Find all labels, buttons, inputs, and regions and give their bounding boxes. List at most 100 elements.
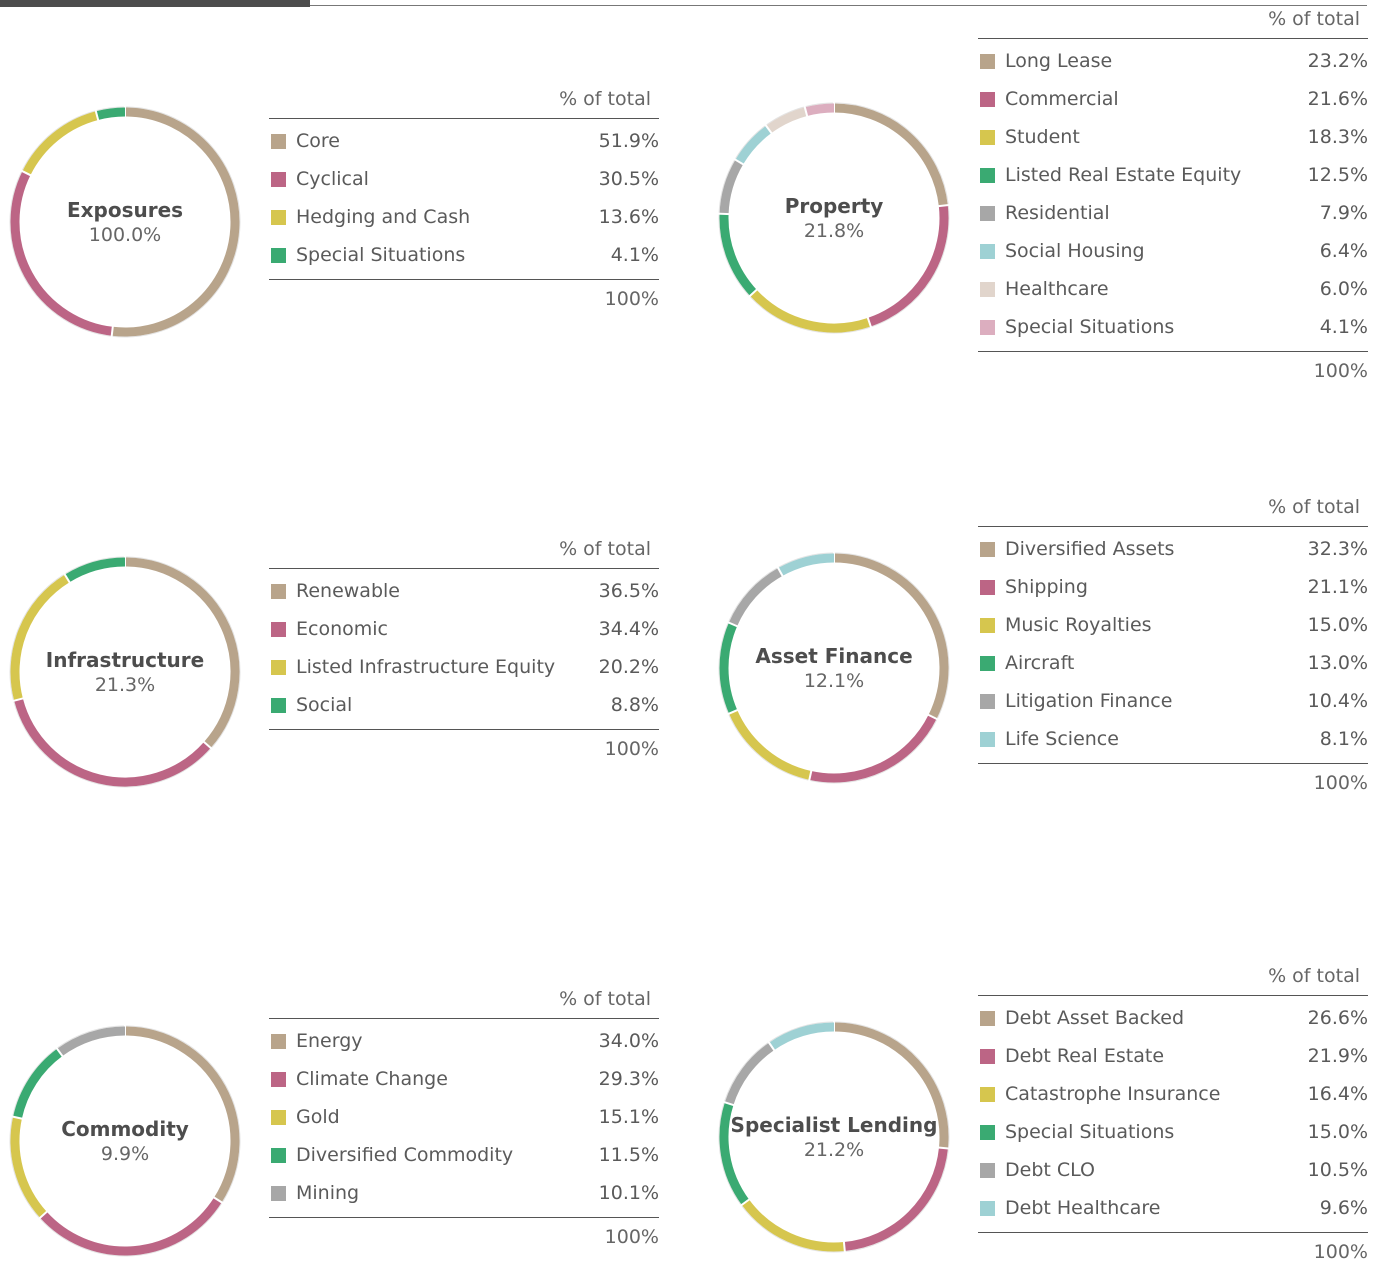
donut-title: Specialist Lending <box>730 1113 938 1137</box>
legend-rows: Diversified Assets 32.3% Shipping 21.1% Musi… <box>978 526 1368 764</box>
legend-label: Special Situations <box>1005 1121 1175 1143</box>
legend-swatch <box>980 53 995 69</box>
legend-item: Shipping 21.1% <box>978 568 1368 606</box>
legend-swatch <box>980 1086 995 1102</box>
legend-item: Climate Change 29.3% <box>269 1060 659 1098</box>
legend-item: Social Housing 6.4% <box>978 232 1368 270</box>
legend-label: Special Situations <box>296 244 466 266</box>
commodity-legend: % of total Energy 34.0% Climate Change 29.3%… <box>269 988 659 1248</box>
legend-value: 29.3% <box>598 1068 659 1090</box>
legend-item: Mining 10.1% <box>269 1174 659 1212</box>
legend-value: 11.5% <box>598 1144 659 1166</box>
donut-title: Commodity <box>61 1117 189 1141</box>
legend-value: 13.6% <box>598 206 659 228</box>
legend-total: 100% <box>604 738 659 760</box>
donut-title: Asset Finance <box>755 644 913 668</box>
infrastructure-donut: Infrastructure 21.3% <box>8 555 242 789</box>
legend-value: 4.1% <box>1319 316 1368 338</box>
legend-value: 20.2% <box>598 656 659 678</box>
legend-label: Debt Asset Backed <box>1005 1007 1185 1029</box>
legend-swatch <box>980 1162 995 1178</box>
legend-value: 23.2% <box>1307 50 1368 72</box>
legend-value: 30.5% <box>598 168 659 190</box>
legend-swatch <box>271 209 286 225</box>
property-legend: % of total Long Lease 23.2% Commercial 21.6%… <box>978 8 1368 382</box>
legend-header: % of total <box>1268 496 1360 518</box>
legend-value: 13.0% <box>1307 652 1368 674</box>
legend-label: Litigation Finance <box>1005 690 1173 712</box>
legend-item: Core 51.9% <box>269 122 659 160</box>
legend-value: 51.9% <box>598 130 659 152</box>
legend-label: Economic <box>296 618 388 640</box>
legend-header: % of total <box>559 88 651 110</box>
legend-value: 7.9% <box>1319 202 1368 224</box>
legend-swatch <box>980 617 995 633</box>
donut-title: Exposures <box>66 198 184 222</box>
legend-value: 12.5% <box>1307 164 1368 186</box>
legend-label: Commercial <box>1005 88 1119 110</box>
legend-item: Energy 34.0% <box>269 1022 659 1060</box>
legend-swatch <box>980 129 995 145</box>
legend-label: Diversified Commodity <box>296 1144 514 1166</box>
legend-label: Cyclical <box>296 168 369 190</box>
infrastructure-legend: % of total Renewable 36.5% Economic 34.4% Lis… <box>269 538 659 760</box>
legend-item: Special Situations 4.1% <box>978 308 1368 346</box>
legend-label: Life Science <box>1005 728 1119 750</box>
legend-value: 8.8% <box>610 694 659 716</box>
legend-label: Core <box>296 130 340 152</box>
legend-swatch <box>271 621 286 637</box>
legend-label: Catastrophe Insurance <box>1005 1083 1221 1105</box>
legend-item: Catastrophe Insurance 16.4% <box>978 1075 1368 1113</box>
legend-swatch <box>980 243 995 259</box>
property-donut: Property 21.8% <box>717 101 951 335</box>
legend-swatch <box>980 91 995 107</box>
legend-swatch <box>980 693 995 709</box>
legend-value: 36.5% <box>598 580 659 602</box>
legend-item: Debt Healthcare 9.6% <box>978 1189 1368 1227</box>
legend-label: Diversified Assets <box>1005 538 1175 560</box>
legend-item: Commercial 21.6% <box>978 80 1368 118</box>
legend-label: Debt CLO <box>1005 1159 1095 1181</box>
legend-swatch <box>271 583 286 599</box>
legend-rows: Energy 34.0% Climate Change 29.3% Gold 15.1% D… <box>269 1018 659 1218</box>
legend-swatch <box>980 579 995 595</box>
donut-total: 21.8% <box>803 220 865 242</box>
legend-value: 21.6% <box>1307 88 1368 110</box>
legend-label: Special Situations <box>1005 316 1175 338</box>
commodity-donut: Commodity 9.9% <box>8 1024 242 1258</box>
asset-finance-donut: Asset Finance 12.1% <box>717 551 951 785</box>
legend-value: 26.6% <box>1307 1007 1368 1029</box>
legend-label: Debt Real Estate <box>1005 1045 1165 1067</box>
legend-value: 10.4% <box>1307 690 1368 712</box>
legend-value: 15.0% <box>1307 1121 1368 1143</box>
legend-total: 100% <box>1313 772 1368 794</box>
legend-label: Climate Change <box>296 1068 448 1090</box>
legend-swatch <box>271 1109 286 1125</box>
legend-swatch <box>980 731 995 747</box>
legend-value: 32.3% <box>1307 538 1368 560</box>
legend-swatch <box>980 1010 995 1026</box>
legend-label: Gold <box>296 1106 340 1128</box>
specialist-lending-donut: Specialist Lending 21.2% <box>717 1020 951 1254</box>
legend-header: % of total <box>559 538 651 560</box>
donut-total: 9.9% <box>100 1143 150 1165</box>
legend-item: Hedging and Cash 13.6% <box>269 198 659 236</box>
donut-total: 21.2% <box>803 1139 865 1161</box>
legend-swatch <box>980 167 995 183</box>
header-rule <box>310 5 1367 6</box>
legend-value: 16.4% <box>1307 1083 1368 1105</box>
legend-item: Aircraft 13.0% <box>978 644 1368 682</box>
legend-item: Social 8.8% <box>269 686 659 724</box>
donut-title: Property <box>784 194 884 218</box>
legend-item: Litigation Finance 10.4% <box>978 682 1368 720</box>
legend-total: 100% <box>604 288 659 310</box>
legend-item: Debt Real Estate 21.9% <box>978 1037 1368 1075</box>
legend-value: 15.1% <box>598 1106 659 1128</box>
legend-value: 15.0% <box>1307 614 1368 636</box>
donut-total: 100.0% <box>88 224 162 246</box>
exposures-donut: Exposures 100.0% <box>8 105 242 339</box>
legend-label: Student <box>1005 126 1080 148</box>
legend-total: 100% <box>1313 360 1368 382</box>
donut-total: 12.1% <box>803 670 865 692</box>
legend-swatch <box>271 133 286 149</box>
